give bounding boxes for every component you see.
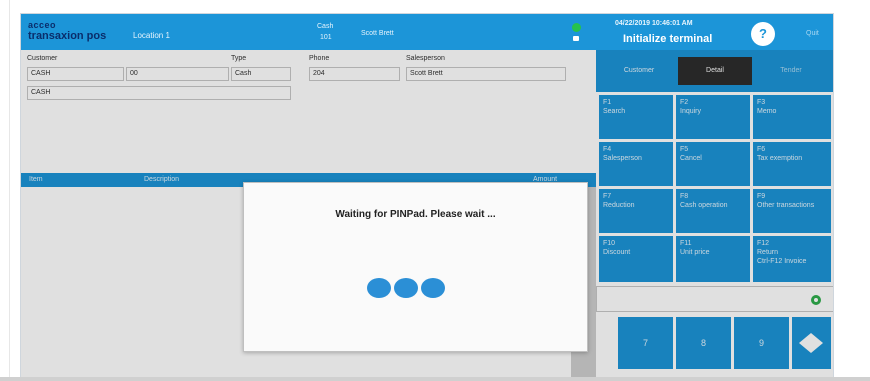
spinner-dot-icon — [421, 278, 445, 298]
location-label: Location 1 — [133, 31, 170, 40]
spinner-dot-icon — [394, 278, 418, 298]
quit-button[interactable]: Quit — [806, 30, 819, 37]
terminal-header: 04/22/2019 10:46:01 AM Initialize termin… — [596, 14, 833, 50]
window-edge — [9, 0, 10, 381]
logo-line1: acceo — [28, 20, 57, 30]
lock-icon — [573, 36, 579, 41]
taskbar-edge — [0, 377, 870, 381]
dialog-message: Waiting for PINPad. Please wait ... — [335, 209, 496, 220]
page-title: Initialize terminal — [623, 33, 713, 45]
pinpad-wait-dialog: Waiting for PINPad. Please wait ... — [243, 182, 588, 352]
help-button[interactable]: ? — [751, 22, 775, 46]
header-bar: acceo transaxion pos Location 1 Cash 101… — [21, 14, 596, 50]
cash-label: Cash — [317, 23, 334, 30]
logo-line2: transaxion pos — [28, 30, 107, 42]
datetime-label: 04/22/2019 10:46:01 AM — [615, 20, 693, 27]
spinner-dot-icon — [367, 278, 391, 298]
header-user: Scott Brett — [361, 30, 394, 37]
status-indicator-icon — [572, 23, 581, 32]
cash-number: 101 — [320, 34, 332, 41]
screenshot-stage: acceo transaxion pos Location 1 Cash 101… — [0, 0, 870, 381]
pos-window: acceo transaxion pos Location 1 Cash 101… — [20, 13, 834, 379]
